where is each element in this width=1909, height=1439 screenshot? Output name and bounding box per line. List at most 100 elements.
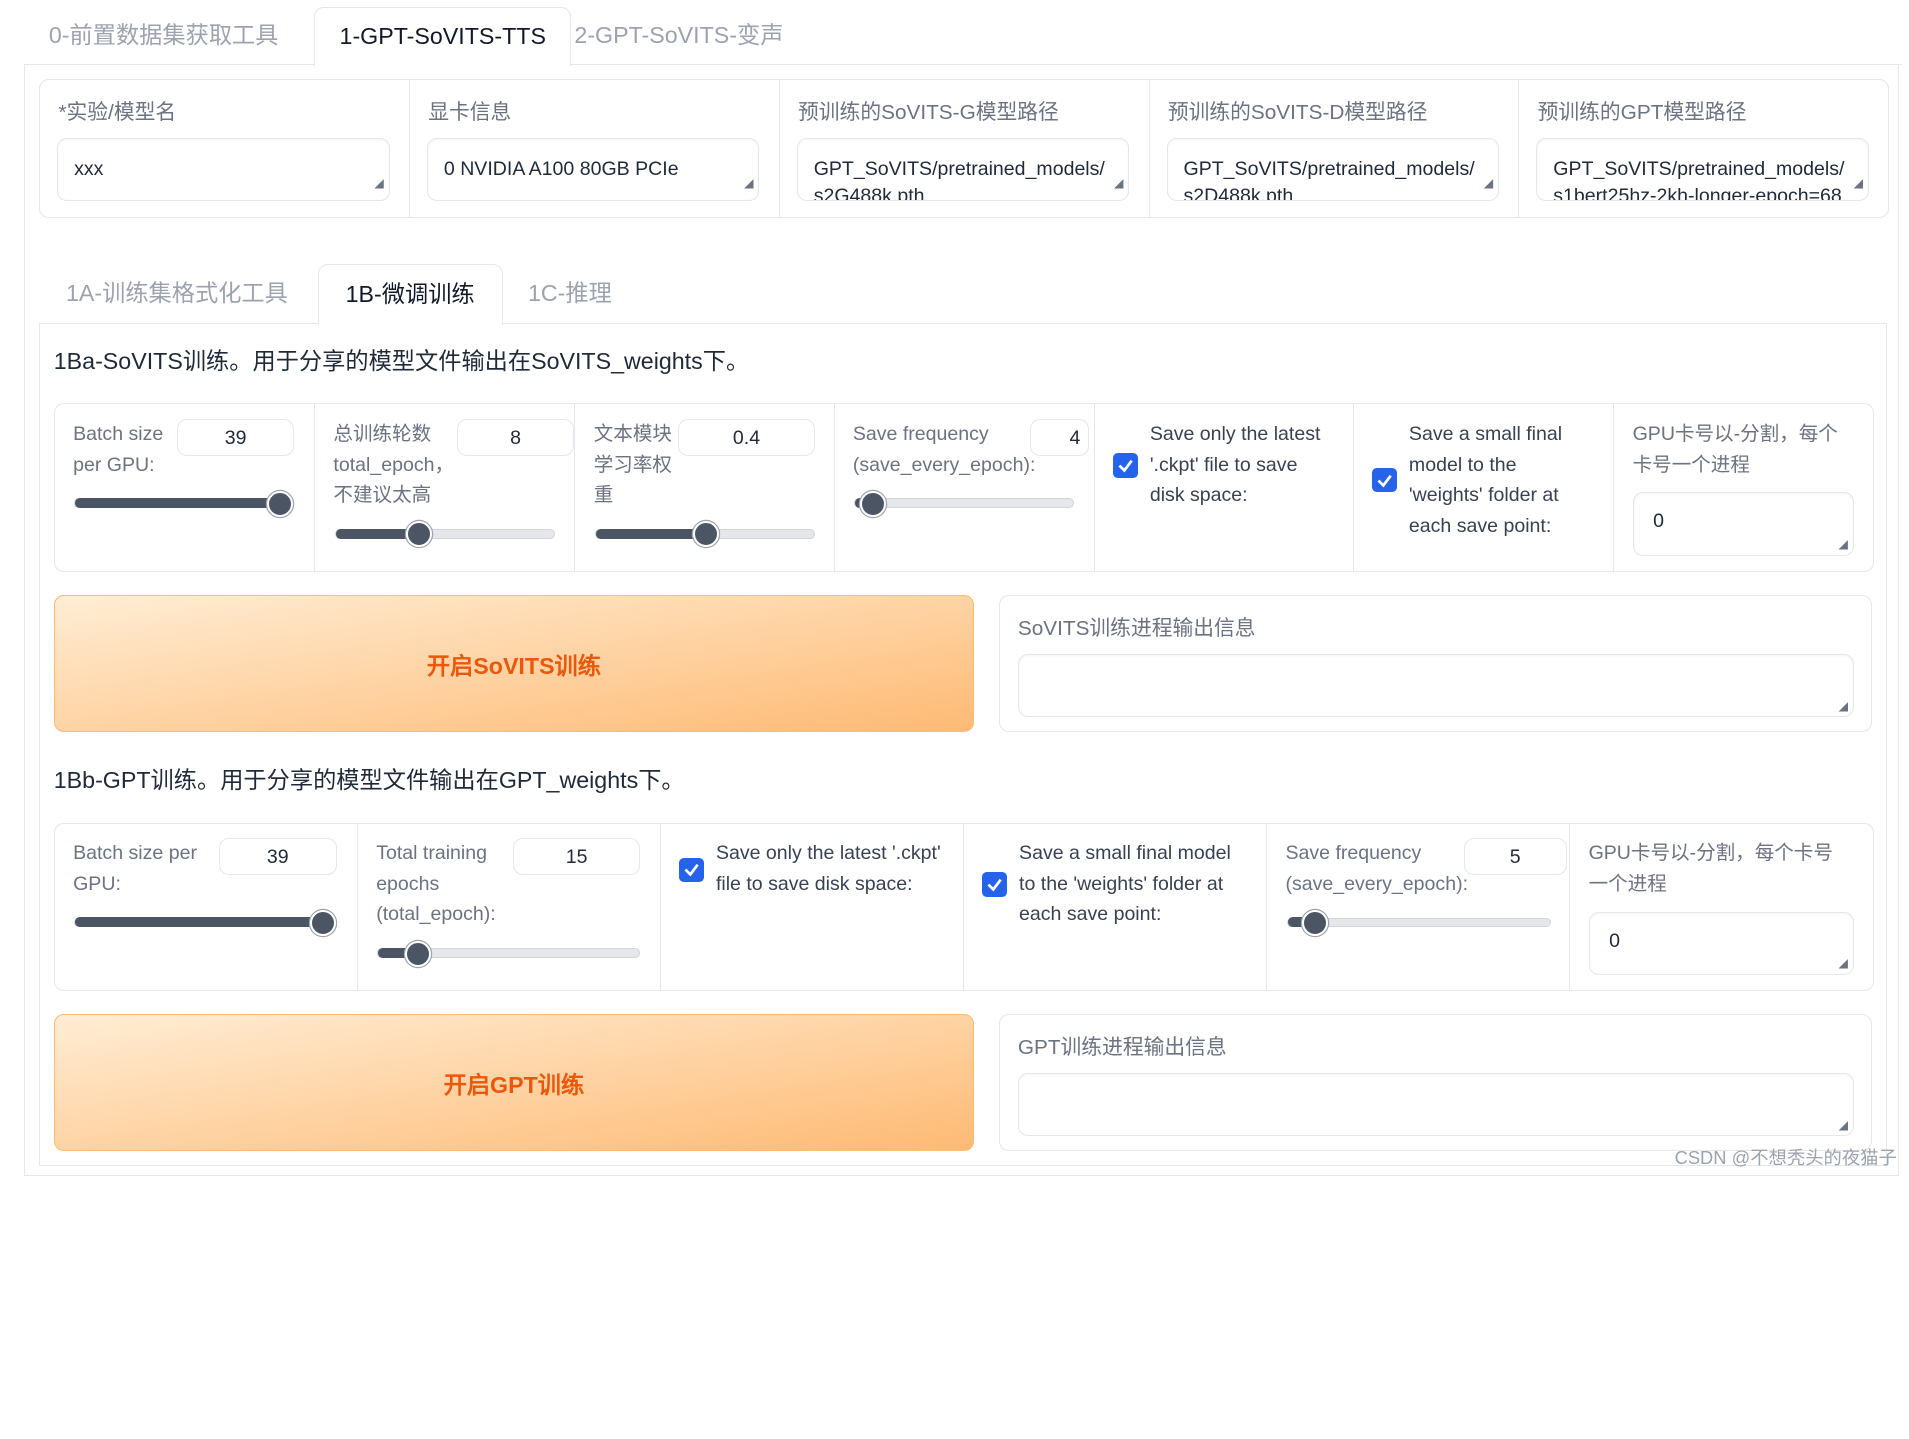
sovits-save-frequency-label: Save frequency (save_every_epoch): — [852, 422, 1036, 476]
slider-fill — [595, 528, 705, 539]
check-icon — [1118, 459, 1133, 473]
subtab-inference[interactable]: 1C-推理 — [501, 264, 639, 323]
sovits-save-final-cell: Save a small final model to the 'weights… — [1354, 404, 1615, 571]
subtab-finetune[interactable]: 1B-微调训练 — [317, 263, 503, 326]
sovits-section-title: 1Ba-SoVITS训练。用于分享的模型文件输出在SoVITS_weights下… — [53, 348, 750, 375]
sovits-batch-size-cell: Batch size per GPU: 39 — [55, 404, 316, 571]
gpt-path-field: 预训练的GPT模型路径 GPT_SoVITS/pretrained_models… — [1519, 80, 1888, 217]
gpt-save-frequency-slider[interactable] — [1286, 910, 1551, 937]
sovits-save-latest-checkbox[interactable] — [1113, 453, 1138, 478]
gpt-save-final-checkbox[interactable] — [982, 872, 1007, 897]
gpt-params-row: Batch size per GPU: 39 Total training ep… — [53, 822, 1875, 991]
gpu-info-input[interactable]: 0 NVIDIA A100 80GB PCIe ◢ — [427, 137, 760, 202]
sovits-gpu-value: 0 — [1653, 510, 1665, 533]
resize-grip-icon[interactable]: ◢ — [1838, 956, 1847, 970]
sovits-batch-size-input[interactable]: 39 — [176, 418, 295, 456]
sovits-save-frequency-slider[interactable] — [854, 490, 1075, 517]
gpt-gpu-cell: GPU卡号以-分割，每个卡号一个进程 0 ◢ — [1570, 824, 1873, 990]
sovits-text-lr-label: 文本模块学习率权重 — [593, 422, 672, 507]
gpt-path-input[interactable]: GPT_SoVITS/pretrained_models/s1bert25hz-… — [1536, 137, 1869, 202]
resize-grip-icon[interactable]: ◢ — [1839, 537, 1848, 551]
sovits-epoch-input[interactable]: 8 — [456, 418, 575, 456]
sovits-epoch-slider[interactable] — [334, 521, 555, 548]
sovits-save-latest-cell: Save only the latest '.ckpt' file to sav… — [1095, 404, 1354, 571]
gpt-batch-size-slider[interactable] — [74, 910, 336, 937]
sovits-g-path-value: GPT_SoVITS/pretrained_models/s2G488k.pth — [813, 157, 1105, 202]
sovits-d-path-input[interactable]: GPT_SoVITS/pretrained_models/s2D488k.pth… — [1166, 137, 1500, 202]
resize-grip-icon[interactable]: ◢ — [1114, 170, 1123, 197]
sovits-text-lr-input[interactable]: 0.4 — [678, 418, 815, 456]
gpt-gpu-input[interactable]: 0 ◢ — [1588, 911, 1854, 976]
start-gpt-training-button[interactable]: 开启GPT训练 — [53, 1014, 975, 1152]
resize-grip-icon[interactable]: ◢ — [744, 170, 753, 197]
start-sovits-training-button[interactable]: 开启SoVITS训练 — [53, 595, 975, 733]
gpt-gpu-label: GPU卡号以-分割，每个卡号一个进程 — [1588, 842, 1833, 895]
slider-knob[interactable] — [406, 521, 433, 548]
sovits-save-final-checkbox[interactable] — [1372, 467, 1397, 493]
sovits-text-lr-cell: 文本模块学习率权重 0.4 — [575, 404, 835, 571]
check-icon — [684, 864, 699, 877]
slider-knob[interactable] — [1301, 910, 1328, 937]
gpt-save-latest-label: Save only the latest '.ckpt' file to sav… — [715, 842, 941, 895]
slider-fill — [75, 498, 279, 508]
resize-grip-icon[interactable]: ◢ — [1484, 170, 1493, 197]
gpu-info-value: 0 NVIDIA A100 80GB PCIe — [443, 157, 679, 180]
gpt-section-title: 1Bb-GPT训练。用于分享的模型文件输出在GPT_weights下。 — [53, 767, 685, 794]
gpt-epoch-cell: Total training epochs (total_epoch): 15 — [358, 823, 661, 990]
sovits-g-path-input[interactable]: GPT_SoVITS/pretrained_models/s2G488k.pth… — [796, 137, 1130, 202]
gpt-batch-size-cell: Batch size per GPU: 39 — [55, 823, 358, 990]
sovits-epoch-label: 总训练轮数total_epoch，不建议太高 — [333, 422, 455, 507]
gpt-output-label: GPT训练进程输出信息 — [1017, 1036, 1227, 1060]
slider-knob[interactable] — [405, 940, 432, 967]
sovits-save-final-label: Save a small final model to the 'weights… — [1408, 422, 1563, 537]
gpt-output-field: GPT训练进程输出信息 ◢ — [998, 1014, 1873, 1152]
sovits-output-label: SoVITS训练进程输出信息 — [1017, 616, 1256, 640]
sovits-d-path-value: GPT_SoVITS/pretrained_models/s2D488k.pth — [1183, 157, 1475, 202]
slider-knob[interactable] — [309, 910, 336, 937]
sovits-batch-size-slider[interactable] — [74, 490, 293, 517]
experiment-name-label: *实验/模型名 — [58, 101, 177, 125]
gpt-batch-size-input[interactable]: 39 — [218, 838, 338, 875]
model-info-row: *实验/模型名 xxx ◢ 显卡信息 0 NVIDIA A100 80GB PCI… — [39, 79, 1890, 219]
gpt-output-textarea[interactable]: ◢ — [1017, 1072, 1854, 1137]
gpt-save-latest-checkbox[interactable] — [679, 857, 704, 883]
tab-voice-change[interactable]: 2-GPT-SoVITS-变声 — [550, 7, 808, 63]
sovits-d-path-field: 预训练的SoVITS-D模型路径 GPT_SoVITS/pretrained_m… — [1150, 80, 1520, 218]
gpt-save-final-label: Save a small final model to the 'weights… — [1019, 842, 1231, 926]
slider-knob[interactable] — [266, 490, 293, 517]
sovits-output-textarea[interactable]: ◢ — [1017, 653, 1854, 718]
tab-gpt-sovits-tts[interactable]: 1-GPT-SoVITS-TTS — [314, 7, 572, 66]
sovits-gpu-input[interactable]: 0 ◢ — [1632, 492, 1854, 556]
sovits-output-field: SoVITS训练进程输出信息 ◢ — [998, 595, 1873, 733]
sovits-gpu-label: GPU卡号以-分割，每个卡号一个进程 — [1632, 422, 1838, 476]
gpu-info-label: 显卡信息 — [428, 101, 512, 125]
gpt-epoch-slider[interactable] — [377, 940, 641, 967]
gpt-batch-size-label: Batch size per GPU: — [73, 842, 197, 895]
sovits-epoch-cell: 总训练轮数total_epoch，不建议太高 8 — [315, 404, 576, 571]
experiment-name-input[interactable]: xxx ◢ — [57, 137, 390, 202]
gpt-epoch-input[interactable]: 15 — [513, 838, 641, 875]
experiment-name-field: *实验/模型名 xxx ◢ — [40, 80, 410, 218]
sovits-text-lr-slider[interactable] — [594, 521, 815, 548]
experiment-name-value: xxx — [74, 157, 104, 180]
gpt-gpu-value: 0 — [1609, 929, 1620, 952]
gpt-epoch-label: Total training epochs (total_epoch): — [376, 842, 496, 926]
sovits-save-frequency-input[interactable]: 4 — [1030, 418, 1089, 456]
subtab-format-tools[interactable]: 1A-训练集格式化工具 — [39, 264, 315, 323]
watermark: CSDN @不想秃头的夜猫子 — [1674, 1146, 1897, 1168]
gpu-info-field: 显卡信息 0 NVIDIA A100 80GB PCIe ◢ — [410, 80, 780, 218]
gpt-path-value: GPT_SoVITS/pretrained_models/s1bert25hz-… — [1553, 157, 1845, 202]
resize-grip-icon[interactable]: ◢ — [374, 170, 383, 197]
resize-grip-icon[interactable]: ◢ — [1839, 699, 1848, 713]
sovits-save-latest-label: Save only the latest '.ckpt' file to sav… — [1149, 422, 1321, 507]
gpt-save-frequency-input[interactable]: 5 — [1463, 838, 1567, 875]
resize-grip-icon[interactable]: ◢ — [1839, 1118, 1848, 1132]
check-icon — [987, 878, 1002, 892]
gpt-save-latest-cell: Save only the latest '.ckpt' file to sav… — [661, 823, 965, 990]
slider-knob[interactable] — [860, 490, 887, 517]
resize-grip-icon[interactable]: ◢ — [1854, 170, 1863, 197]
check-icon — [1377, 474, 1392, 488]
sovits-save-frequency-cell: Save frequency (save_every_epoch): 4 — [835, 404, 1095, 571]
tab-dataset-tools[interactable]: 0-前置数据集获取工具 — [24, 7, 303, 63]
slider-knob[interactable] — [692, 521, 719, 548]
